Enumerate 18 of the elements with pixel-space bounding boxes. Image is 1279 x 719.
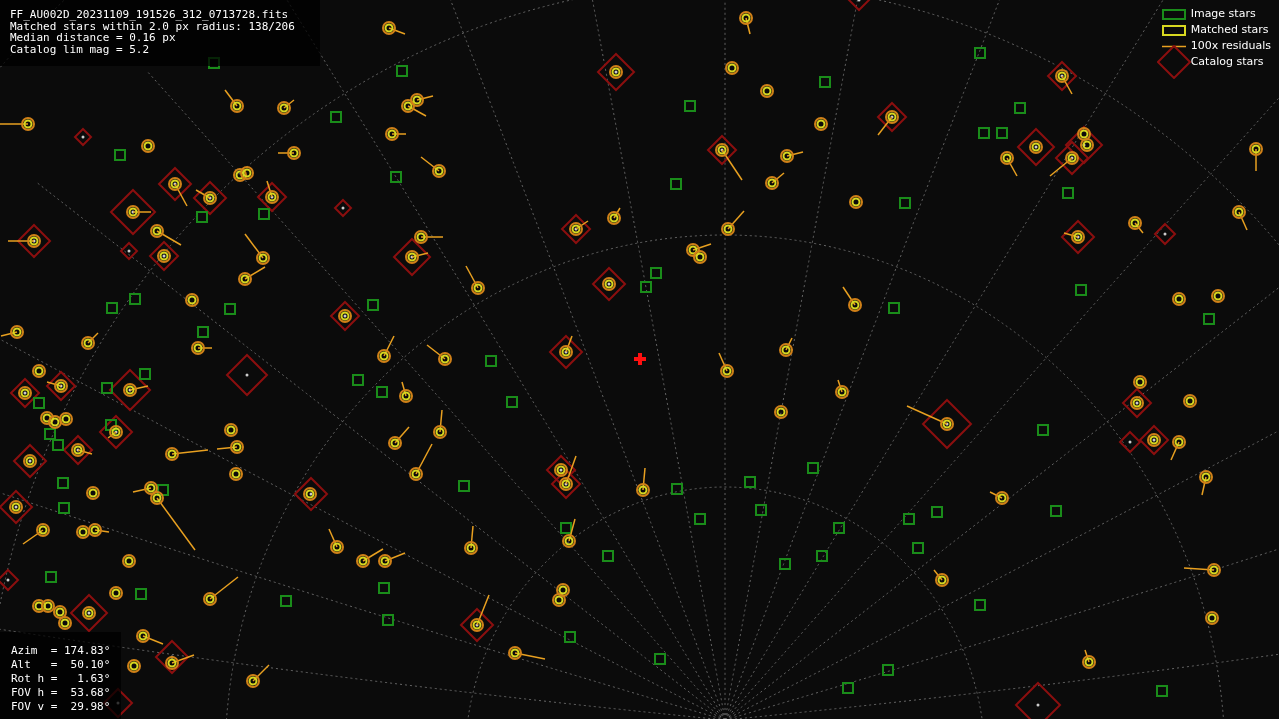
outline-rectangle-icon — [1161, 24, 1186, 36]
legend-label: 100x residuals — [1190, 38, 1271, 54]
pointing-text: Rot h = 1.63° — [11, 672, 111, 686]
pointing-text: FOV v = 29.98° — [11, 700, 111, 714]
line-icon — [1161, 44, 1186, 48]
pointing-text: Alt = 50.10° — [11, 658, 111, 672]
info-text: FF_AU002D_20231109_191526_312_0713728.fits — [10, 9, 290, 21]
pointing-text: FOV h = 53.68° — [11, 686, 111, 700]
info-text: Matched stars within 2.0 px radius: 138/206 — [10, 20, 296, 32]
crosshair-icon — [634, 353, 646, 365]
info-text: Catalog lim mag = 5.2 — [10, 43, 151, 55]
legend-label: Matched stars — [1190, 22, 1270, 38]
square-icon — [1161, 8, 1186, 20]
pointing-text: Azim = 174.83° — [11, 644, 111, 658]
info-text: Median distance = 0.16 px — [10, 32, 176, 44]
legend-label: Image stars — [1190, 6, 1257, 22]
legend-label: Catalog stars — [1190, 54, 1265, 70]
diamond-icon — [1156, 45, 1191, 79]
